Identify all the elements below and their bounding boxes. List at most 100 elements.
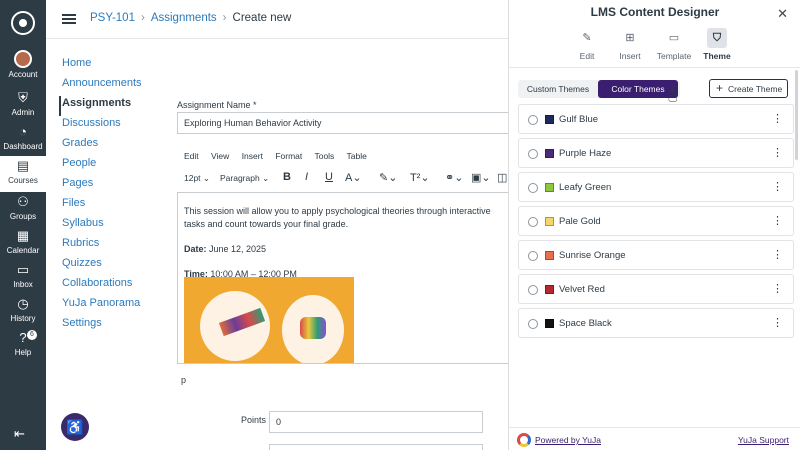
more-options-icon[interactable]: ⋮ [772, 146, 783, 159]
color-swatch [545, 115, 554, 124]
radio-button[interactable] [528, 183, 538, 193]
course-nav-collaborations[interactable]: Collaborations [62, 276, 142, 296]
theme-item-leafy-green[interactable]: Leafy Green ⋮ [518, 172, 794, 202]
italic-icon[interactable]: I [305, 171, 308, 183]
editor-toolbar: 12pt ⌄ Paragraph ⌄ B I U A⌄ ✎⌄ T²⌄ ⚭⌄ ▣⌄… [177, 166, 508, 190]
support-link[interactable]: YuJa Support [738, 435, 789, 445]
breadcrumb-course[interactable]: PSY-101 [90, 12, 135, 24]
help-badge: 6 [27, 330, 37, 340]
editor-path: p [181, 375, 187, 385]
course-nav-pages[interactable]: Pages [62, 176, 142, 196]
radio-button[interactable] [528, 319, 538, 329]
nav-inbox[interactable]: ▭ Inbox [0, 262, 46, 296]
menu-table[interactable]: Table [347, 151, 367, 161]
nav-help[interactable]: ? 6 Help [0, 330, 46, 364]
theme-item-sunrise-orange[interactable]: Sunrise Orange ⋮ [518, 240, 794, 270]
block-format-select[interactable]: Paragraph ⌄ [220, 173, 269, 184]
book-icon: ▤ [16, 158, 30, 173]
tab-edit[interactable]: ✎ Edit [567, 28, 607, 61]
course-nav-assignments[interactable]: Assignments [59, 96, 142, 116]
radio-button[interactable] [528, 115, 538, 125]
color-themes-tab[interactable]: Color Themes [598, 80, 678, 98]
more-options-icon[interactable]: ⋮ [772, 282, 783, 295]
create-theme-button[interactable]: + Create Theme [709, 79, 788, 98]
accessibility-icon[interactable]: ♿ [61, 413, 89, 441]
more-options-icon[interactable]: ⋮ [772, 180, 783, 193]
tab-template-label: Template [656, 51, 692, 61]
assignment-group-select[interactable] [269, 444, 483, 450]
more-options-icon[interactable]: ⋮ [772, 112, 783, 125]
bold-icon[interactable]: B [283, 171, 291, 183]
menu-tools[interactable]: Tools [314, 151, 334, 161]
link-icon[interactable]: ⚭⌄ [445, 171, 463, 184]
nav-dashboard-label: Dashboard [3, 142, 43, 151]
course-nav-syllabus[interactable]: Syllabus [62, 216, 142, 236]
hamburger-menu-icon[interactable] [62, 14, 76, 24]
font-size-value: 12pt [184, 173, 201, 183]
nav-groups[interactable]: ⚇ Groups [0, 194, 46, 228]
inbox-icon: ▭ [16, 262, 30, 277]
radio-button[interactable] [528, 149, 538, 159]
highlight-icon[interactable]: ✎⌄ [379, 171, 397, 184]
course-nav-discussions[interactable]: Discussions [62, 116, 142, 136]
theme-item-gulf-blue[interactable]: Gulf Blue ⋮ [518, 104, 794, 134]
theme-item-purple-haze[interactable]: Purple Haze ⋮ [518, 138, 794, 168]
assignment-name-input[interactable]: Exploring Human Behavior Activity [177, 112, 508, 134]
theme-item-pale-gold[interactable]: Pale Gold ⋮ [518, 206, 794, 236]
menu-insert[interactable]: Insert [242, 151, 263, 161]
underline-icon[interactable]: U [325, 171, 333, 183]
course-nav-yuja-panorama[interactable]: YuJa Panorama [62, 296, 142, 316]
course-nav-people[interactable]: People [62, 156, 142, 176]
tab-template[interactable]: ▭ Template [654, 28, 694, 61]
radio-button[interactable] [528, 217, 538, 227]
tab-insert-label: Insert [619, 51, 641, 61]
menu-view[interactable]: View [211, 151, 229, 161]
canvas-logo-icon[interactable] [11, 11, 35, 35]
media-icon[interactable]: ◫ [497, 171, 507, 184]
nav-courses[interactable]: ▤ Courses [0, 156, 46, 192]
menu-edit[interactable]: Edit [184, 151, 199, 161]
course-nav-settings[interactable]: Settings [62, 316, 142, 336]
course-nav-announcements[interactable]: Announcements [62, 76, 142, 96]
clock-icon: ◷ [17, 296, 29, 311]
radio-button[interactable] [528, 285, 538, 295]
superscript-icon[interactable]: T²⌄ [410, 171, 430, 184]
menu-format[interactable]: Format [275, 151, 302, 161]
radio-button[interactable] [528, 251, 538, 261]
nav-admin[interactable]: ⛨ Admin [0, 90, 46, 124]
tab-theme[interactable]: ⛉ Theme [697, 28, 737, 61]
font-size-select[interactable]: 12pt ⌄ [184, 173, 210, 184]
course-nav-home[interactable]: Home [62, 56, 142, 76]
course-nav-files[interactable]: Files [62, 196, 142, 216]
collapse-nav-icon[interactable]: ⇤ [14, 426, 25, 442]
text-color-icon[interactable]: A⌄ [345, 171, 362, 184]
breadcrumb-assignments[interactable]: Assignments [151, 12, 217, 24]
nav-groups-label: Groups [9, 212, 37, 221]
date-label: Date: [184, 244, 207, 254]
powered-by-link[interactable]: Powered by YuJa [535, 435, 601, 445]
theme-name: Gulf Blue [559, 114, 599, 125]
global-nav: Account ⛨ Admin ◔ Dashboard ▤ Courses ⚇ … [0, 0, 46, 450]
rich-text-editor[interactable]: This session will allow you to apply psy… [177, 192, 508, 364]
nav-history[interactable]: ◷ History [0, 296, 46, 330]
theme-item-velvet-red[interactable]: Velvet Red ⋮ [518, 274, 794, 304]
nav-account[interactable]: Account [0, 50, 46, 84]
nav-calendar[interactable]: ▦ Calendar [0, 228, 46, 262]
course-nav-grades[interactable]: Grades [62, 136, 142, 156]
close-icon[interactable]: ✕ [777, 6, 788, 22]
nav-dashboard[interactable]: ◔ Dashboard [0, 124, 46, 158]
more-options-icon[interactable]: ⋮ [772, 214, 783, 227]
points-input[interactable]: 0 [269, 411, 483, 433]
tab-insert[interactable]: ⊞ Insert [610, 28, 650, 61]
more-options-icon[interactable]: ⋮ [772, 316, 783, 329]
course-nav-quizzes[interactable]: Quizzes [62, 256, 142, 276]
points-label: Points [241, 415, 267, 425]
theme-list: Gulf Blue ⋮ Purple Haze ⋮ Leafy Green ⋮ … [518, 104, 794, 342]
custom-themes-tab[interactable]: Custom Themes [518, 80, 598, 98]
theme-item-space-black[interactable]: Space Black ⋮ [518, 308, 794, 338]
insert-icon: ⊞ [625, 32, 635, 44]
image-icon[interactable]: ▣⌄ [471, 171, 491, 184]
more-options-icon[interactable]: ⋮ [772, 248, 783, 261]
course-nav-rubrics[interactable]: Rubrics [62, 236, 142, 256]
panel-scrollbar[interactable] [795, 70, 798, 160]
